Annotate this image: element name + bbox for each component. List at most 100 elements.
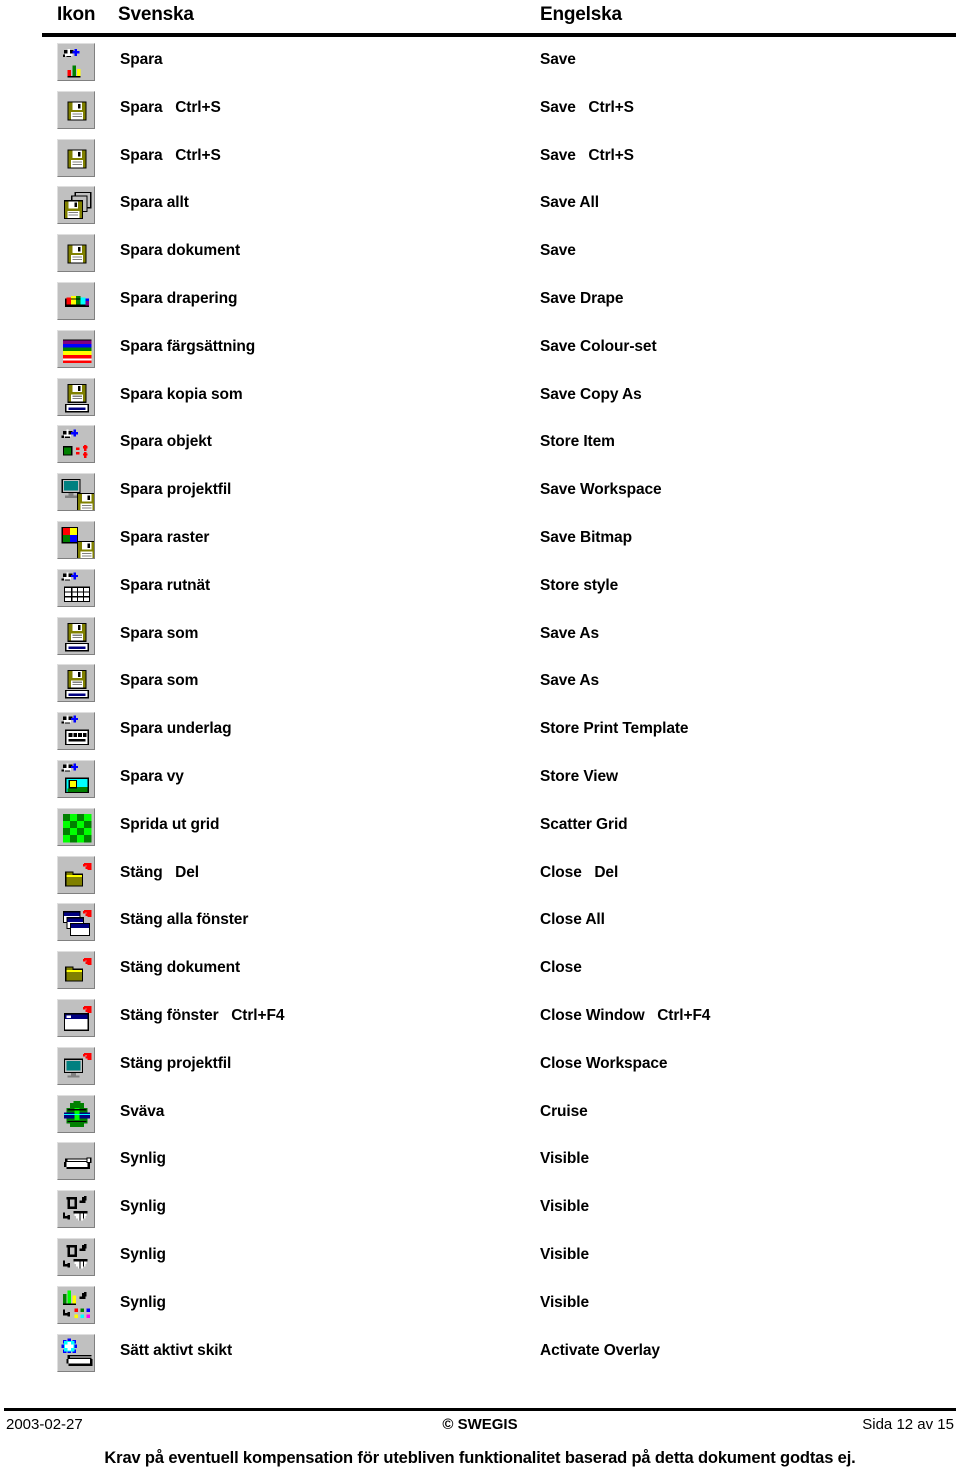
english-term: Cruise bbox=[540, 1102, 588, 1120]
floppy-disk-icon bbox=[57, 138, 95, 177]
visible-object-icon bbox=[57, 1190, 95, 1229]
store-item-icon bbox=[57, 425, 95, 464]
icon-cell bbox=[57, 281, 95, 320]
activate-overlay-icon bbox=[57, 1333, 95, 1372]
table-row: Spara dokument Save bbox=[0, 233, 960, 281]
table-row: Spara projektfil Save Workspace bbox=[0, 472, 960, 520]
cruise-globe-icon bbox=[57, 1094, 95, 1133]
table-row: Spara raster Save Bitmap bbox=[0, 520, 960, 568]
swedish-term: Spara som bbox=[120, 672, 199, 690]
english-term: Visible bbox=[540, 1150, 589, 1168]
icon-cell bbox=[57, 1046, 95, 1085]
column-header-english: Engelska bbox=[540, 4, 622, 25]
icon-cell bbox=[57, 43, 95, 81]
english-term: Close Workspace bbox=[540, 1054, 668, 1072]
icon-cell bbox=[57, 138, 95, 177]
table-row: Stäng Del Close Del bbox=[0, 855, 960, 903]
store-style-grid-icon bbox=[57, 568, 95, 607]
swedish-term: Sprida ut grid bbox=[120, 815, 220, 833]
save-workspace-icon bbox=[57, 473, 95, 512]
save-drape-icon bbox=[57, 281, 95, 320]
swedish-term: Spara raster bbox=[120, 528, 210, 546]
save-all-floppies-icon bbox=[57, 186, 95, 225]
english-term: Visible bbox=[540, 1198, 589, 1216]
column-header-icon: Ikon bbox=[57, 4, 96, 25]
table-row: Synlig Visible bbox=[0, 1237, 960, 1285]
english-term: Save Ctrl+S bbox=[540, 98, 634, 116]
swedish-term: Sväva bbox=[120, 1102, 165, 1120]
english-term: Store Print Template bbox=[540, 720, 689, 738]
table-row: Synlig Visible bbox=[0, 1285, 960, 1333]
footer-page-number: Sida 12 av 15 bbox=[862, 1416, 954, 1433]
english-term: Save bbox=[540, 242, 576, 260]
icon-cell bbox=[57, 329, 95, 368]
icon-cell bbox=[57, 234, 95, 273]
icon-cell bbox=[57, 1094, 95, 1133]
swedish-term: Sätt aktivt skikt bbox=[120, 1341, 233, 1359]
english-term: Store View bbox=[540, 767, 618, 785]
icon-cell bbox=[57, 1333, 95, 1372]
table-row: Synlig Visible bbox=[0, 1189, 960, 1237]
english-term: Visible bbox=[540, 1245, 589, 1263]
english-term: Close All bbox=[540, 911, 605, 929]
icon-cell bbox=[57, 951, 95, 990]
swedish-term: Spara underlag bbox=[120, 720, 232, 738]
table-row: Spara underlag Store Print Template bbox=[0, 711, 960, 759]
icon-cell bbox=[57, 807, 95, 846]
table-row: Sprida ut grid Scatter Grid bbox=[0, 807, 960, 855]
scatter-grid-icon bbox=[57, 807, 95, 846]
swedish-term: Synlig bbox=[120, 1150, 166, 1168]
save-colourset-icon bbox=[57, 329, 95, 368]
english-term: Save Drape bbox=[540, 289, 624, 307]
close-folder-icon bbox=[57, 855, 95, 894]
icon-cell bbox=[57, 568, 95, 607]
table-row: Spara allt Save All bbox=[0, 185, 960, 233]
swedish-term: Spara färgsättning bbox=[120, 337, 256, 355]
table-row: Spara rutnät Store style bbox=[0, 568, 960, 616]
icon-cell bbox=[57, 712, 95, 751]
table-row: Stäng projektfil Close Workspace bbox=[0, 1046, 960, 1094]
close-document-folder-icon bbox=[57, 951, 95, 990]
english-term: Save As bbox=[540, 672, 600, 690]
floppy-disk-icon bbox=[57, 90, 95, 129]
english-term: Save Ctrl+S bbox=[540, 146, 634, 164]
save-as-floppy-icon bbox=[57, 664, 95, 703]
swedish-term: Spara dokument bbox=[120, 242, 241, 260]
icon-cell bbox=[57, 664, 95, 703]
icon-cell bbox=[57, 1237, 95, 1276]
english-term: Activate Overlay bbox=[540, 1341, 660, 1359]
table-row: Stäng alla fönster Close All bbox=[0, 902, 960, 950]
swedish-term: Spara Ctrl+S bbox=[120, 146, 221, 164]
english-term: Save All bbox=[540, 194, 599, 212]
column-header-swedish: Svenska bbox=[118, 4, 194, 25]
swedish-term: Spara kopia som bbox=[120, 385, 243, 403]
close-workspace-icon bbox=[57, 1046, 95, 1085]
swedish-term: Spara vy bbox=[120, 767, 184, 785]
icon-cell bbox=[57, 186, 95, 225]
english-term: Store style bbox=[540, 576, 619, 594]
icon-cell bbox=[57, 616, 95, 655]
swedish-term: Stäng dokument bbox=[120, 959, 241, 977]
english-term: Save Bitmap bbox=[540, 528, 632, 546]
save-copy-as-icon bbox=[57, 377, 95, 416]
save-chart-plus-icon bbox=[57, 43, 95, 81]
swedish-term: Spara bbox=[120, 51, 163, 68]
table-row: Synlig Visible bbox=[0, 1141, 960, 1189]
english-term: Save As bbox=[540, 624, 600, 642]
table-row: Spara Ctrl+S Save Ctrl+S bbox=[0, 90, 960, 138]
swedish-term: Spara som bbox=[120, 624, 199, 642]
icon-cell bbox=[57, 1190, 95, 1229]
swedish-term: Stäng alla fönster bbox=[120, 911, 249, 929]
save-bitmap-icon bbox=[57, 520, 95, 559]
swedish-term: Stäng fönster Ctrl+F4 bbox=[120, 1006, 285, 1024]
icon-cell bbox=[57, 425, 95, 464]
table-row: Stäng dokument Close bbox=[0, 950, 960, 998]
footer-disclaimer: Krav på eventuell kompensation för utebl… bbox=[104, 1449, 856, 1467]
visible-slab-icon bbox=[57, 1142, 95, 1181]
footer-copyright: © SWEGIS bbox=[442, 1416, 518, 1433]
icon-cell bbox=[57, 90, 95, 129]
footer-divider bbox=[4, 1408, 956, 1411]
icon-cell bbox=[57, 903, 95, 942]
english-term: Scatter Grid bbox=[540, 815, 628, 833]
visible-object-icon bbox=[57, 1237, 95, 1276]
